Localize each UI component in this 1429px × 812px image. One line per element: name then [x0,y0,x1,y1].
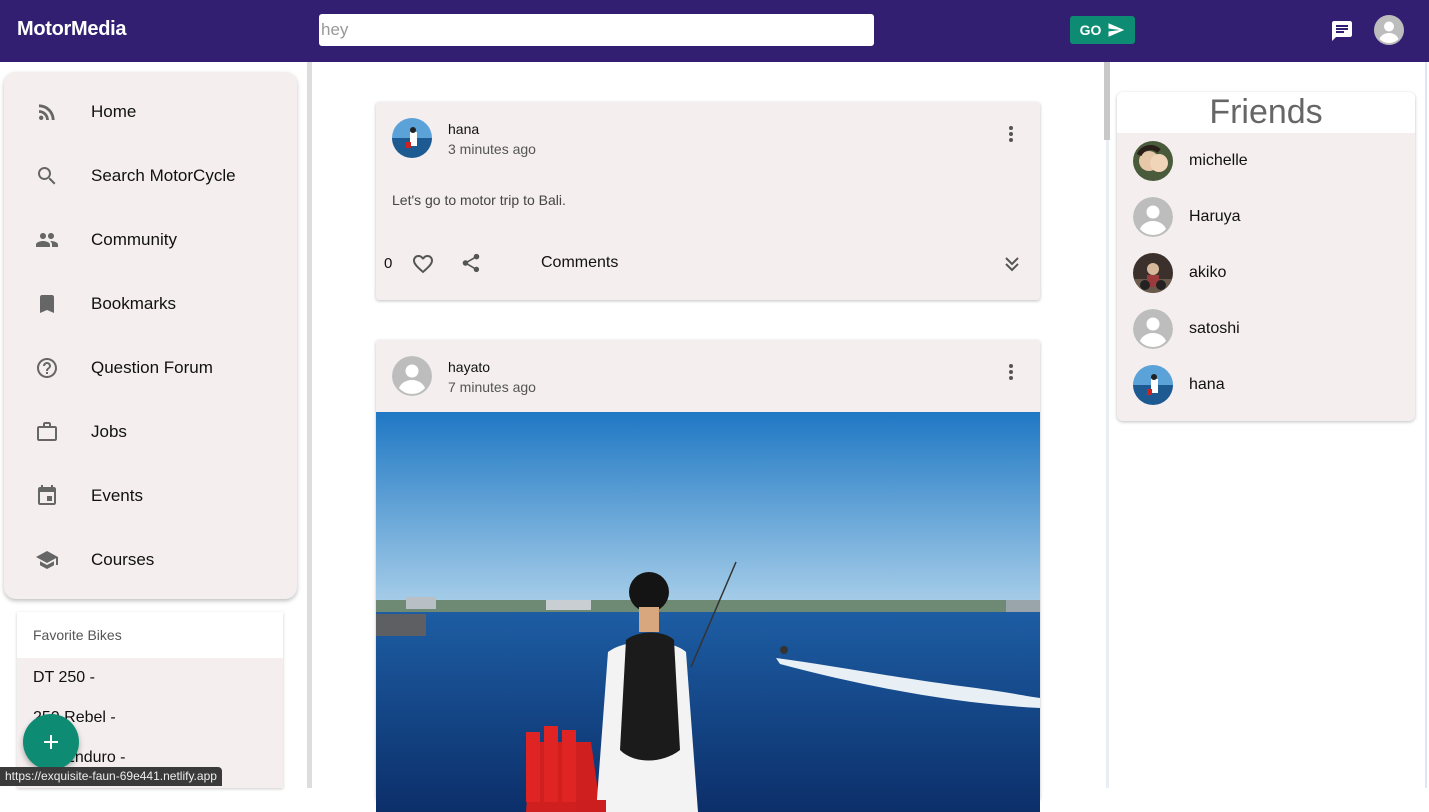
left-divider [307,62,312,788]
friend-item-michelle[interactable]: michelle [1117,133,1415,189]
post-text: Let's go to motor trip to Bali. [392,192,566,208]
nav-item-home[interactable]: Home [4,80,297,144]
more-vert-icon[interactable] [1001,122,1021,146]
nav-item-label: Bookmarks [91,294,177,313]
go-button-label: GO [1079,22,1102,38]
like-count: 0 [384,255,393,272]
nav-item-label: Events [91,486,143,505]
chat-icon[interactable] [1330,19,1354,43]
nav-item-search-motorcycle[interactable]: Search MotorCycle [4,144,297,208]
friend-item-haruya[interactable]: Haruya [1117,189,1415,245]
post-author[interactable]: hana [448,121,479,137]
post-image [376,412,1040,812]
calendar-icon [38,485,56,505]
profile-photo-icon [392,118,432,158]
post-timestamp: 3 minutes ago [448,141,536,157]
plus-icon [44,735,58,749]
nav-item-label: Jobs [91,422,127,441]
favorite-bike-item[interactable]: DT 250 - [33,669,95,687]
profile-photo-icon [1133,253,1173,293]
friends-panel: Friends michelle Haruya akiko satoshi ha… [1117,92,1415,421]
nav-item-question-forum[interactable]: Question Forum [4,336,297,400]
go-button[interactable]: GO [1070,16,1135,44]
friends-title: Friends [1117,92,1415,133]
avatar [1133,309,1173,349]
search-input[interactable] [319,14,874,46]
nav-item-bookmarks[interactable]: Bookmarks [4,272,297,336]
post-card: hana 3 minutes ago Let's go to motor tri… [376,102,1040,300]
nav-menu: Home Search MotorCycle Community Bookmar… [4,72,297,599]
nav-item-label: Community [91,230,177,249]
friend-item-satoshi[interactable]: satoshi [1117,301,1415,357]
friend-name: Haruya [1189,208,1241,225]
post-timestamp: 7 minutes ago [448,379,536,395]
people-icon [36,233,58,247]
default-avatar-icon [392,356,432,396]
rss-feed-icon [39,104,55,120]
nav-item-events[interactable]: Events [4,464,297,528]
profile-photo-icon [1133,141,1173,181]
briefcase-icon [37,422,57,441]
friend-name: hana [1189,376,1225,393]
help-circle-icon [37,358,57,378]
nav-item-label: Home [91,102,137,121]
right-edge [1425,62,1427,788]
avatar [1133,253,1173,293]
profile-photo-icon [1133,365,1173,405]
avatar [1133,141,1173,181]
avatar [1133,365,1173,405]
account-avatar-icon[interactable] [1374,15,1404,45]
top-app-bar: MotorMedia GO [0,0,1429,62]
post-author[interactable]: hayato [448,359,490,375]
nav-item-jobs[interactable]: Jobs [4,400,297,464]
friend-name: michelle [1189,152,1248,169]
feed-scrollbar-thumb[interactable] [1104,62,1110,140]
app-title[interactable]: MotorMedia [17,18,127,41]
school-icon [36,551,58,569]
nav-item-community[interactable]: Community [4,208,297,272]
fishing-photo [376,412,1040,812]
avatar[interactable] [392,118,432,158]
status-bar-url: https://exquisite-faun-69e441.netlify.ap… [0,767,222,786]
avatar[interactable] [392,356,432,396]
avatar [1133,197,1173,237]
double-chevron-down-icon[interactable] [1000,252,1024,276]
heart-outline-icon[interactable] [411,252,435,276]
friend-item-akiko[interactable]: akiko [1117,245,1415,301]
add-post-fab[interactable] [23,714,79,770]
send-icon [1108,23,1125,37]
nav-item-label: Search MotorCycle [91,166,236,185]
friend-item-hana[interactable]: hana [1117,357,1415,413]
post-card: hayato 7 minutes ago [376,340,1040,812]
friend-name: akiko [1189,264,1227,281]
nav-item-label: Courses [91,550,155,569]
bookmark-icon [40,295,54,313]
nav-item-label: Question Forum [91,358,213,377]
favorite-bikes-title: Favorite Bikes [17,612,283,658]
comments-toggle[interactable]: Comments [541,254,618,272]
more-vert-icon[interactable] [1001,360,1021,384]
right-divider [1106,140,1109,788]
search-icon [38,167,56,185]
friend-name: satoshi [1189,320,1240,337]
nav-item-courses[interactable]: Courses [4,528,297,592]
share-icon[interactable] [460,252,482,274]
default-avatar-icon [1133,309,1173,349]
default-avatar-icon [1133,197,1173,237]
